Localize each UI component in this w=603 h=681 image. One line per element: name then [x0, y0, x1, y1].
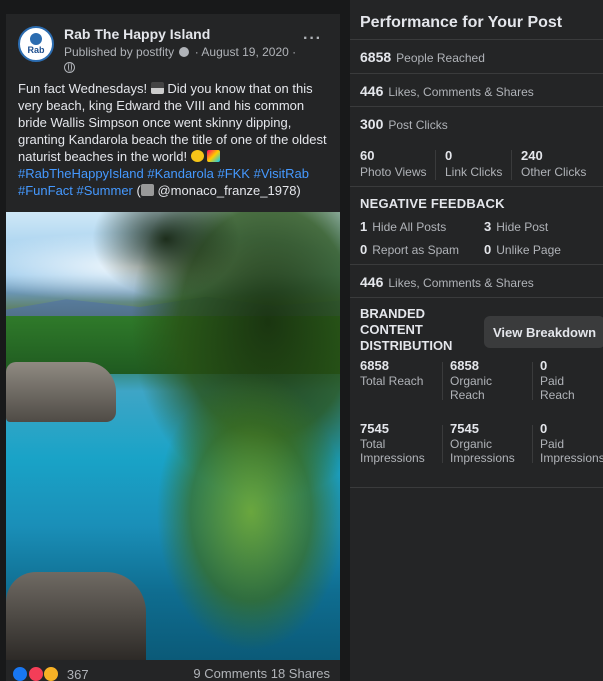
- organic-reach-cell: 6858 Organic Reach: [450, 358, 520, 402]
- photo-credit: @monaco_franze_1978): [157, 183, 301, 198]
- people-reached-label: People Reached: [396, 51, 485, 65]
- report-spam-label: Report as Spam: [372, 243, 459, 257]
- link-clicks-cell: 0 Link Clicks: [445, 148, 502, 179]
- avatar-logo-icon: [30, 33, 42, 45]
- paid-reach-cell: 0 Paid Reach: [540, 358, 602, 402]
- organic-impressions-value: 7545: [450, 421, 479, 436]
- paid-reach-value: 0: [540, 358, 548, 373]
- hide-post-stat: 3 Hide Post: [484, 219, 548, 234]
- link-clicks-label: Link Clicks: [445, 165, 503, 179]
- paid-reach-label: Paid Reach: [540, 374, 575, 402]
- paid-impressions-label: Paid Impressions: [540, 437, 603, 465]
- link-clicks-value: 0: [445, 148, 453, 163]
- photo-pine-tree-light: [156, 372, 340, 652]
- engagement-stat-2: 446 Likes, Comments & Shares: [360, 274, 534, 290]
- engagement-value: 446: [360, 83, 384, 99]
- photo-views-cell: 60 Photo Views: [360, 148, 427, 179]
- people-reached-value: 6858: [360, 49, 392, 65]
- paid-impressions-cell: 0 Paid Impressions: [540, 421, 603, 465]
- total-reach-label: Total Reach: [360, 374, 424, 388]
- organic-impressions-cell: 7545 Organic Impressions: [450, 421, 530, 465]
- more-options-icon[interactable]: ···: [303, 30, 322, 48]
- unlike-page-label: Unlike Page: [496, 243, 561, 257]
- divider: [511, 150, 512, 180]
- love-reaction-icon: [27, 666, 44, 681]
- photo-views-label: Photo Views: [360, 165, 427, 179]
- other-clicks-cell: 240 Other Clicks: [521, 148, 586, 179]
- engagement-row-2: 446 Likes, Comments & Shares: [350, 265, 603, 298]
- post-card: Rab Rab The Happy Island Published by po…: [6, 14, 340, 681]
- organic-reach-label: Organic Reach: [450, 374, 493, 402]
- view-breakdown-button[interactable]: View Breakdown: [484, 316, 603, 348]
- tophat-emoji-icon: [150, 82, 164, 94]
- people-reached-row: 6858 People Reached: [350, 40, 603, 74]
- reaction-count: 367: [66, 667, 89, 681]
- photo-rocks-left: [6, 362, 116, 422]
- engagement-value-2: 446: [360, 274, 384, 290]
- panel-title: Performance for Your Post: [360, 14, 563, 31]
- negative-feedback-heading: NEGATIVE FEEDBACK: [360, 196, 505, 211]
- total-reach-value: 6858: [360, 358, 389, 373]
- post-date[interactable]: · August 19, 2020 ·: [195, 45, 296, 59]
- page-name-link[interactable]: Rab The Happy Island: [64, 26, 210, 42]
- engagement-label-2: Likes, Comments & Shares: [388, 276, 534, 290]
- paid-impressions-value: 0: [540, 421, 548, 436]
- post-meta: Published by postfity · August 19, 2020 …: [64, 45, 298, 73]
- divider: [532, 362, 533, 400]
- unlike-page-value: 0: [484, 242, 492, 257]
- post-clicks-stat: 300 Post Clicks: [360, 116, 448, 132]
- performance-panel: Performance for Your Post 6858 People Rea…: [350, 0, 603, 681]
- divider: [442, 425, 443, 463]
- post-clicks-label: Post Clicks: [388, 118, 448, 132]
- comments-shares-link[interactable]: 9 Comments 18 Shares: [193, 666, 330, 681]
- divider: [435, 150, 436, 180]
- globe-icon: [64, 62, 75, 73]
- engagement-label: Likes, Comments & Shares: [388, 85, 534, 99]
- haha-reaction-icon: [43, 666, 60, 681]
- hide-all-posts-value: 1: [360, 219, 368, 234]
- post-photo[interactable]: [6, 212, 340, 660]
- total-impressions-label: Total Impressions: [360, 437, 425, 465]
- total-reach-cell: 6858 Total Reach: [360, 358, 440, 388]
- reactions-summary[interactable]: 367: [12, 666, 89, 681]
- face-emoji-icon: [190, 150, 204, 162]
- report-spam-stat: 0 Report as Spam: [360, 242, 459, 257]
- page-avatar[interactable]: Rab: [18, 26, 54, 62]
- info-icon[interactable]: [179, 47, 190, 57]
- post-clicks-section: 300 Post Clicks 60 Photo Views 0 Link Cli…: [350, 107, 603, 187]
- hide-post-value: 3: [484, 219, 492, 234]
- avatar-text: Rab: [27, 45, 45, 55]
- total-impressions-value: 7545: [360, 421, 389, 436]
- hide-all-posts-label: Hide All Posts: [372, 220, 447, 234]
- post-text-intro: Fun fact Wednesdays!: [18, 81, 148, 96]
- divider: [442, 362, 443, 400]
- panel-header: Performance for Your Post: [350, 0, 603, 40]
- organic-impressions-label: Organic Impressions: [450, 437, 515, 465]
- divider: [532, 425, 533, 463]
- engagement-stat: 446 Likes, Comments & Shares: [360, 83, 534, 99]
- camera-emoji-icon: [140, 184, 154, 196]
- other-clicks-label: Other Clicks: [521, 165, 587, 179]
- photo-views-value: 60: [360, 148, 375, 163]
- photo-rocks-bottom: [6, 572, 146, 660]
- post-text: Fun fact Wednesdays! Did you know that o…: [18, 80, 330, 199]
- unlike-page-stat: 0 Unlike Page: [484, 242, 561, 257]
- branded-content-heading: BRANDED CONTENT DISTRIBUTION: [360, 306, 453, 353]
- other-clicks-value: 240: [521, 148, 543, 163]
- published-by: Published by postfity: [64, 45, 175, 59]
- organic-reach-value: 6858: [450, 358, 479, 373]
- report-spam-value: 0: [360, 242, 368, 257]
- hide-all-posts-stat: 1 Hide All Posts: [360, 219, 446, 234]
- engagement-row: 446 Likes, Comments & Shares: [350, 74, 603, 107]
- card-emoji-icon: [207, 150, 221, 162]
- negative-feedback-section: NEGATIVE FEEDBACK 1 Hide All Posts 3 Hide …: [350, 187, 603, 265]
- hide-post-label: Hide Post: [496, 220, 549, 234]
- post-clicks-value: 300: [360, 116, 384, 132]
- photo-branch: [86, 212, 246, 302]
- total-impressions-cell: 7545 Total Impressions: [360, 421, 440, 465]
- people-reached-stat: 6858 People Reached: [360, 49, 485, 65]
- like-reaction-icon: [12, 666, 28, 681]
- post-header: Rab Rab The Happy Island Published by po…: [18, 26, 328, 73]
